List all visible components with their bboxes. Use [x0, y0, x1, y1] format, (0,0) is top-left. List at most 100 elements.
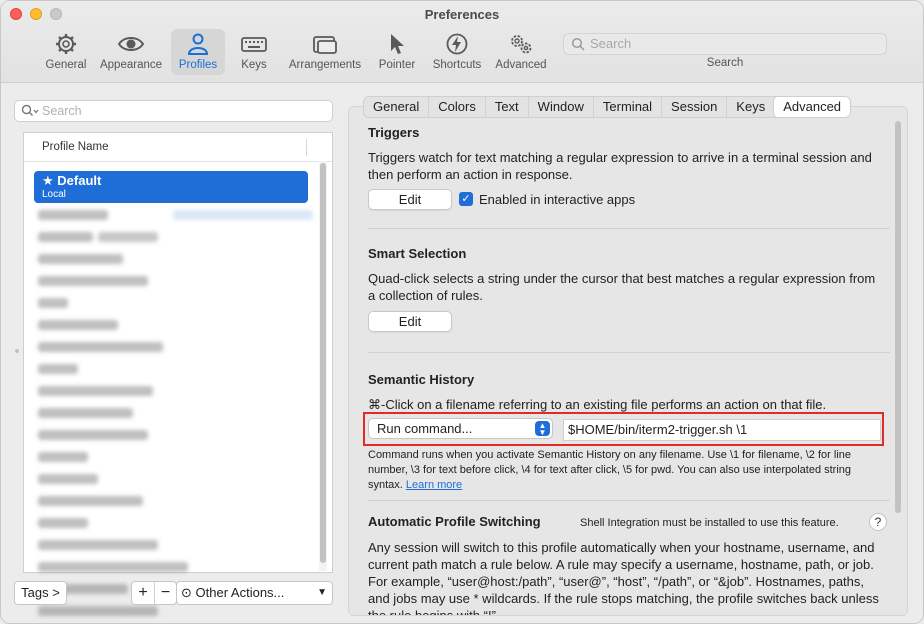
search-placeholder: Search [590, 36, 632, 51]
list-item[interactable] [38, 557, 318, 577]
tab-colors[interactable]: Colors [428, 97, 485, 117]
list-item[interactable] [38, 403, 318, 423]
auto-switching-title: Automatic Profile Switching [368, 514, 541, 529]
other-actions-label: Other Actions... [195, 585, 285, 600]
tab-session[interactable]: Session [661, 97, 726, 117]
star-icon: ★ [42, 173, 58, 188]
smart-selection-title: Smart Selection [368, 246, 467, 261]
redacted-profile-list [38, 205, 318, 616]
gears-icon [511, 35, 532, 54]
smart-selection-edit-button[interactable]: Edit [368, 311, 452, 332]
toolbar-label: Shortcuts [432, 59, 482, 71]
toolbar-arrangements[interactable]: Arrangements [285, 29, 365, 75]
keyboard-icon [241, 37, 267, 52]
bolt-icon [446, 33, 468, 55]
semantic-history-title: Semantic History [368, 372, 475, 387]
triggers-title: Triggers [368, 125, 420, 140]
eye-icon [117, 37, 145, 51]
gear-icon [56, 34, 76, 54]
advanced-settings-panel: Triggers Triggers watch for text matchin… [348, 106, 908, 616]
profile-item-default[interactable]: ★ Default Local [34, 171, 308, 203]
profile-name-text: Default [57, 173, 102, 188]
interactive-apps-label: Enabled in interactive apps [479, 192, 636, 207]
tab-keys[interactable]: Keys [726, 97, 774, 117]
shell-integration-note: Shell Integration must be installed to u… [580, 517, 839, 529]
tab-general[interactable]: General [364, 97, 428, 117]
add-profile-button[interactable]: + [132, 582, 154, 604]
list-item[interactable] [38, 513, 318, 533]
divider [368, 352, 890, 353]
select-value: Run command... [377, 421, 473, 436]
tab-text[interactable]: Text [484, 97, 528, 117]
toolbar-shortcuts[interactable]: Shortcuts [429, 29, 485, 75]
column-header[interactable]: Profile Name [24, 133, 332, 162]
profile-subtitle: Local [42, 189, 66, 200]
other-actions-button[interactable]: ⊙ Other Actions... ▼ [176, 581, 333, 605]
chevron-down-icon: ▼ [317, 587, 327, 598]
profile-tabs: General Colors Text Window Terminal Sess… [363, 96, 852, 118]
toolbar-label: General [45, 59, 87, 71]
semantic-history-command-input[interactable]: $HOME/bin/iterm2-trigger.sh \1 [563, 419, 881, 441]
preferences-window: Preferences General Appearance Profiles … [0, 0, 924, 624]
search-caption: Search [706, 57, 744, 69]
triggers-edit-button[interactable]: Edit [368, 189, 452, 210]
list-item[interactable] [38, 271, 318, 291]
profile-name: ★ Default [42, 173, 308, 189]
tab-window[interactable]: Window [527, 97, 593, 117]
panel-scrollbar[interactable] [894, 121, 902, 609]
toolbar: Preferences General Appearance Profiles … [1, 1, 923, 83]
profile-search-input[interactable]: Search [14, 100, 333, 122]
list-item[interactable] [38, 205, 318, 225]
person-icon [187, 33, 209, 55]
semantic-history-action-select[interactable]: Run command... ▲ ▼ [368, 418, 553, 439]
list-item[interactable] [38, 469, 318, 489]
toolbar-appearance[interactable]: Appearance [98, 29, 164, 75]
list-item[interactable] [38, 491, 318, 511]
smart-selection-description: Quad-click selects a string under the cu… [368, 271, 876, 303]
toolbar-general[interactable]: General [41, 29, 91, 75]
semantic-history-help: Command runs when you activate Semantic … [368, 448, 888, 493]
list-item[interactable] [38, 381, 318, 401]
list-item[interactable] [38, 315, 318, 335]
search-icon [21, 104, 39, 116]
list-item[interactable] [38, 359, 318, 379]
list-item[interactable] [38, 249, 318, 269]
toolbar-label: Pointer [378, 59, 416, 71]
divider [368, 500, 890, 501]
chevron-up-down-icon: ▲ ▼ [535, 421, 550, 437]
profile-list-scrollbar[interactable] [319, 161, 327, 571]
windows-icon [313, 36, 337, 54]
scrollbar-thumb[interactable] [895, 121, 901, 513]
toolbar-pointer[interactable]: Pointer [374, 29, 420, 75]
list-item[interactable] [38, 337, 318, 357]
list-item[interactable] [38, 227, 318, 247]
scrollbar-thumb[interactable] [320, 163, 326, 563]
list-item[interactable] [38, 293, 318, 313]
tab-advanced[interactable]: Advanced [773, 97, 851, 117]
toolbar-profiles[interactable]: Profiles [171, 29, 225, 75]
list-item[interactable] [38, 425, 318, 445]
auto-switching-description: Any session will switch to this profile … [368, 540, 879, 616]
cursor-icon [391, 34, 404, 54]
toolbar-search-field[interactable]: Search [563, 33, 887, 55]
search-icon [571, 37, 585, 51]
toolbar-label: Arrangements [288, 59, 362, 71]
interactive-apps-checkbox[interactable]: ✓ [459, 192, 473, 206]
toolbar-label: Keys [241, 59, 267, 71]
tab-terminal[interactable]: Terminal [592, 97, 661, 117]
split-view-handle[interactable] [15, 349, 19, 353]
list-item[interactable] [38, 447, 318, 467]
toolbar-label: Profiles [178, 59, 218, 71]
window-title: Preferences [424, 7, 500, 22]
toolbar-advanced[interactable]: Advanced [492, 29, 550, 75]
toolbar-keys[interactable]: Keys [233, 29, 275, 75]
help-button[interactable]: ? [869, 513, 887, 531]
remove-profile-button[interactable]: − [154, 582, 176, 604]
add-remove-control: + − [131, 581, 177, 605]
triggers-description: Triggers watch for text matching a regul… [368, 150, 872, 182]
list-item[interactable] [38, 535, 318, 555]
learn-more-link[interactable]: Learn more [406, 479, 462, 491]
tags-button[interactable]: Tags > [14, 581, 67, 605]
column-separator [306, 139, 307, 156]
divider [368, 228, 890, 229]
